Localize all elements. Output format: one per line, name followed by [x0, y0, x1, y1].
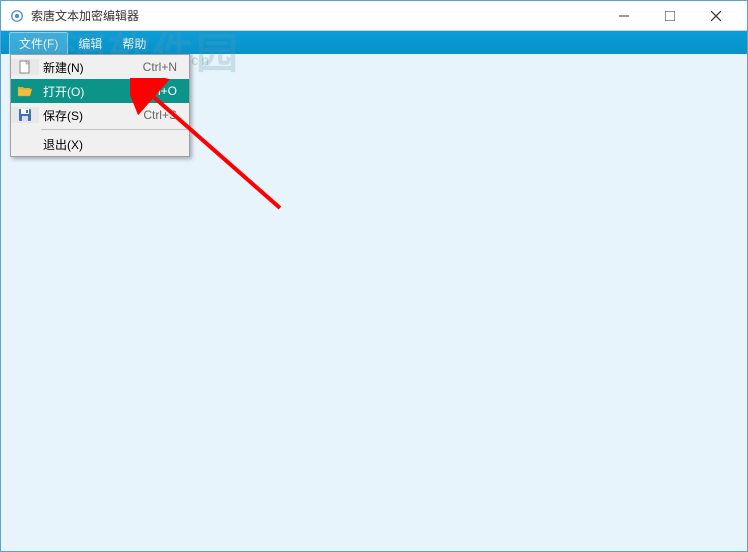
new-file-icon [11, 59, 39, 75]
menu-item-exit[interactable]: 退出(X) [11, 132, 189, 156]
folder-open-icon [11, 83, 39, 99]
menubar: 文件(F) 编辑 帮助 [1, 31, 747, 55]
titlebar[interactable]: 索唐文本加密编辑器 [1, 1, 747, 31]
menu-edit[interactable]: 编辑 [68, 32, 112, 55]
menu-item-shortcut: Ctrl+N [143, 60, 189, 74]
application-window: 索唐文本加密编辑器 文件(F) 编辑 帮助 河源软件园 www.pc0359.c… [0, 0, 748, 552]
menu-item-label: 退出(X) [39, 136, 189, 153]
file-menu-dropdown: 新建(N) Ctrl+N 打开(O) Ctrl+O 保存(S) Ctrl+S 退… [10, 54, 190, 157]
save-disk-icon [11, 107, 39, 123]
app-icon [9, 8, 25, 24]
menu-item-open[interactable]: 打开(O) Ctrl+O [11, 79, 189, 103]
menu-item-label: 打开(O) [39, 83, 142, 100]
minimize-icon [619, 11, 629, 21]
menu-item-shortcut: Ctrl+O [142, 84, 189, 98]
menu-separator [41, 129, 187, 130]
maximize-icon [665, 11, 675, 21]
menu-file[interactable]: 文件(F) [9, 32, 68, 55]
menu-item-new[interactable]: 新建(N) Ctrl+N [11, 55, 189, 79]
menu-item-shortcut: Ctrl+S [143, 108, 189, 122]
menu-item-label: 保存(S) [39, 107, 143, 124]
menu-item-label: 新建(N) [39, 59, 143, 76]
maximize-button[interactable] [647, 1, 693, 31]
menu-help[interactable]: 帮助 [112, 32, 156, 55]
window-controls [601, 1, 739, 31]
close-button[interactable] [693, 1, 739, 31]
close-icon [711, 11, 721, 21]
menu-item-save[interactable]: 保存(S) Ctrl+S [11, 103, 189, 127]
window-title: 索唐文本加密编辑器 [31, 7, 601, 24]
minimize-button[interactable] [601, 1, 647, 31]
